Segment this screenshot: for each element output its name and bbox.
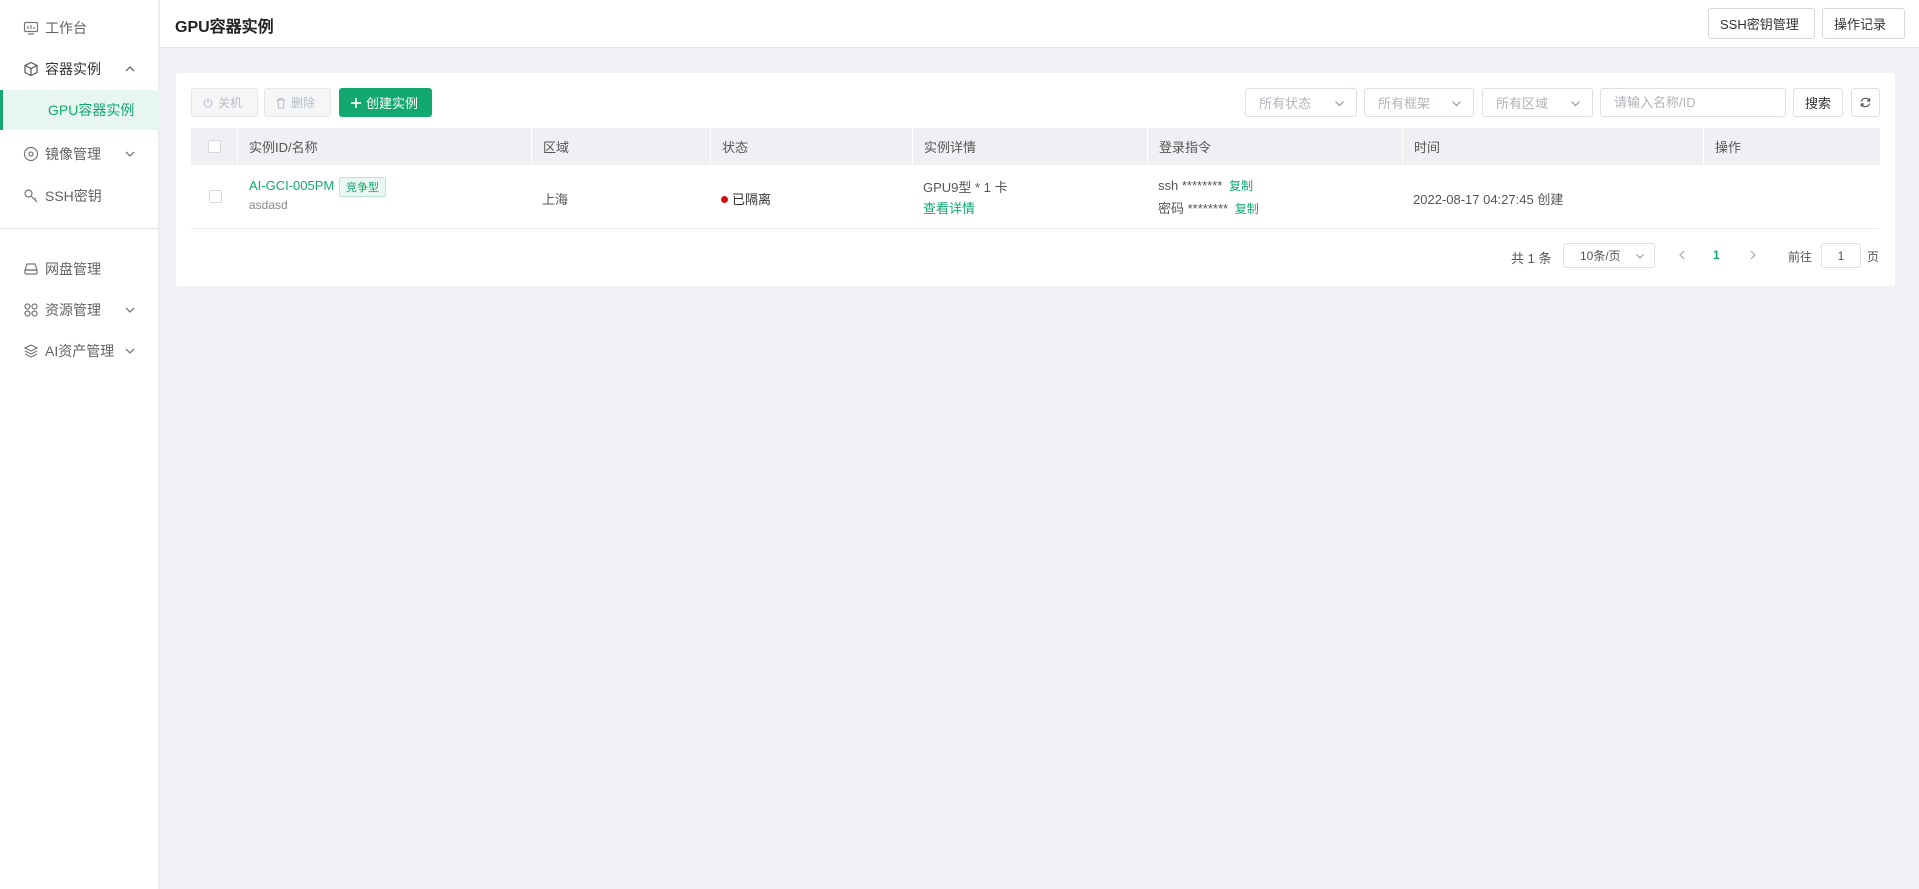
sidebar-item-workbench[interactable]: 工作台 <box>0 8 159 48</box>
chevron-down-icon <box>125 307 135 313</box>
page-size-select[interactable]: 10条/页 <box>1563 243 1655 268</box>
framework-filter-select[interactable]: 所有框架 <box>1364 88 1474 117</box>
password-label: 密码 ******** <box>1158 201 1229 216</box>
column-header: 时间 <box>1402 128 1703 165</box>
sidebar-divider <box>0 228 159 229</box>
region-filter-select[interactable]: 所有区域 <box>1482 88 1593 117</box>
sidebar-item-label: 容器实例 <box>45 61 101 77</box>
sidebar-item-label: 网盘管理 <box>45 261 101 277</box>
chevron-down-icon <box>1636 254 1644 259</box>
column-header: 操作 <box>1703 128 1880 165</box>
select-all-checkbox[interactable] <box>207 140 221 153</box>
sidebar-item-resources[interactable]: 资源管理 <box>0 290 159 330</box>
column-header: 区域 <box>531 128 710 165</box>
goto-page-input[interactable] <box>1821 243 1861 268</box>
trash-icon <box>276 97 286 109</box>
region-filter-value: 所有区域 <box>1496 96 1549 111</box>
sidebar-item-ai-assets[interactable]: AI资产管理 <box>0 331 159 371</box>
framework-filter-value: 所有框架 <box>1378 96 1431 111</box>
sidebar-item-label: 工作台 <box>45 20 87 36</box>
sidebar-item-drive[interactable]: 网盘管理 <box>0 249 159 289</box>
current-page[interactable]: 1 <box>1713 248 1720 262</box>
password-command: 密码 ******** 复制 <box>1158 198 1259 217</box>
search-button[interactable]: 搜索 <box>1793 88 1843 117</box>
prev-page-icon[interactable] <box>1676 249 1688 261</box>
status-filter-value: 所有状态 <box>1259 96 1312 111</box>
region-cell: 上海 <box>542 192 569 207</box>
shutdown-label: 关机 <box>218 96 243 110</box>
power-icon <box>203 97 213 108</box>
sidebar-item-ssh-keys[interactable]: SSH密钥 <box>0 176 159 216</box>
chevron-down-icon <box>1571 101 1580 107</box>
sidebar-item-images[interactable]: 镜像管理 <box>0 134 159 174</box>
page-header: GPU容器实例 SSH密钥管理 操作记录 <box>160 0 1919 48</box>
chevron-up-icon <box>125 66 135 72</box>
ssh-label: ssh ******** <box>1158 178 1223 193</box>
create-instance-button[interactable]: 创建实例 <box>339 88 432 117</box>
copy-ssh-link[interactable]: 复制 <box>1229 179 1253 193</box>
column-header: 实例详情 <box>912 128 1147 165</box>
dashboard-icon <box>23 20 39 36</box>
sidebar-subitem-label: GPU容器实例 <box>48 102 135 118</box>
sidebar-item-label: SSH密钥 <box>45 188 102 204</box>
status-text: 已隔离 <box>732 192 772 207</box>
instance-detail: GPU9型 * 1 卡 <box>923 180 1008 195</box>
chevron-down-icon <box>125 151 135 157</box>
pagination-total: 共 1 条 <box>1511 251 1552 266</box>
view-detail-link[interactable]: 查看详情 <box>923 198 975 217</box>
instance-type-tag: 竞争型 <box>339 177 386 197</box>
search-input[interactable] <box>1600 88 1786 117</box>
table-header: 实例ID/名称 区域 状态 实例详情 登录指令 时间 操作 <box>191 128 1880 165</box>
cube-icon <box>23 61 39 77</box>
sidebar-item-container-instances[interactable]: 容器实例 <box>0 49 159 89</box>
instance-name: asdasd <box>249 198 288 212</box>
page-size-value: 10条/页 <box>1580 249 1621 263</box>
refresh-button[interactable] <box>1851 88 1880 117</box>
drive-icon <box>23 261 39 277</box>
layers-icon <box>23 343 39 359</box>
status-filter-select[interactable]: 所有状态 <box>1245 88 1357 117</box>
plus-icon <box>351 97 361 108</box>
create-instance-label: 创建实例 <box>366 96 419 111</box>
sidebar-item-label: AI资产管理 <box>45 343 115 359</box>
grid-icon <box>23 302 39 318</box>
time-cell: 2022-08-17 04:27:45 创建 <box>1413 192 1564 207</box>
delete-label: 删除 <box>291 96 316 110</box>
ssh-key-manage-button[interactable]: SSH密钥管理 <box>1708 8 1815 39</box>
sidebar-item-label: 镜像管理 <box>45 146 101 162</box>
operation-log-button[interactable]: 操作记录 <box>1822 8 1905 39</box>
next-page-icon[interactable] <box>1747 249 1759 261</box>
disc-icon <box>23 146 39 162</box>
shutdown-button[interactable]: 关机 <box>191 88 258 117</box>
instance-list-card: 关机 删除 创建实例 所有状态 所有框架 所有区域 搜索 实例ID/名称 区域 … <box>176 73 1895 286</box>
goto-suffix: 页 <box>1867 250 1880 264</box>
column-header: 登录指令 <box>1147 128 1402 165</box>
column-header: 状态 <box>710 128 912 165</box>
delete-button[interactable]: 删除 <box>264 88 331 117</box>
copy-password-link[interactable]: 复制 <box>1235 202 1259 216</box>
sidebar-item-label: 资源管理 <box>45 302 101 318</box>
ssh-command: ssh ******** 复制 <box>1158 177 1253 194</box>
status-dot <box>721 196 728 204</box>
select-all-cell <box>191 128 237 165</box>
goto-prefix: 前往 <box>1788 250 1813 264</box>
chevron-down-icon <box>1335 101 1344 107</box>
refresh-icon <box>1860 97 1871 108</box>
instance-id-link[interactable]: AI-GCI-005PM <box>249 178 334 193</box>
key-icon <box>23 188 39 204</box>
sidebar-item-gpu-instances[interactable]: GPU容器实例 <box>0 90 159 130</box>
row-checkbox[interactable] <box>209 190 222 203</box>
chevron-down-icon <box>1452 101 1461 107</box>
page-title: GPU容器实例 <box>175 19 274 36</box>
column-header: 实例ID/名称 <box>237 128 531 165</box>
table-row: AI-GCI-005PM 竞争型 asdasd 上海 已隔离 GPU9型 * 1… <box>191 165 1880 229</box>
sidebar: 工作台 容器实例 GPU容器实例 镜像管理 SSH密钥 网盘管理 资源管理 AI… <box>0 0 159 889</box>
status-cell: 已隔离 <box>721 189 771 208</box>
chevron-down-icon <box>125 348 135 354</box>
